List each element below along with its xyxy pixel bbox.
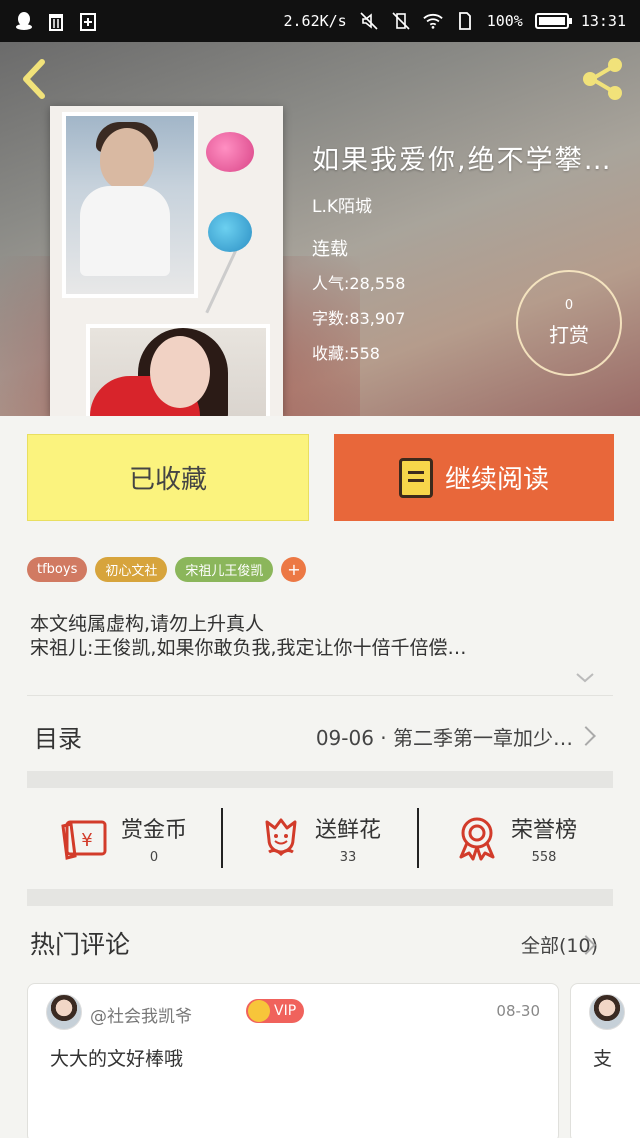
medal-icon — [459, 817, 495, 861]
share-button[interactable] — [578, 54, 628, 104]
battery-saver-icon — [78, 11, 98, 31]
book-icon — [398, 457, 433, 498]
send-flowers-button[interactable]: 送鲜花 33 — [223, 812, 417, 865]
battery-icon — [534, 13, 572, 29]
battery-percent: 100% — [486, 12, 523, 30]
divider — [27, 695, 613, 696]
action-count: 33 — [339, 849, 357, 865]
chevron-down-icon — [576, 673, 594, 683]
back-button[interactable] — [16, 56, 52, 102]
chevron-right-icon — [576, 726, 596, 746]
action-label: 荣誉榜 — [510, 817, 577, 843]
honor-board-button[interactable]: 荣誉榜 558 — [419, 812, 613, 865]
trash-icon — [46, 11, 66, 31]
tag-item[interactable]: 宋祖儿王俊凯 — [175, 557, 274, 582]
hot-comments-title: 热门评论 — [30, 930, 131, 959]
network-speed: 2.62K/s — [283, 12, 347, 30]
add-tag-button[interactable]: + — [281, 557, 307, 582]
table-of-contents-row[interactable]: 目录 09-06 · 第二季第一章加少… — [27, 706, 613, 766]
book-title: 如果我爱你,绝不学攀… — [312, 145, 613, 176]
description-line: 宋祖儿:王俊凯,如果你敢负我,我定让你十倍千倍偿… — [30, 637, 467, 659]
toc-label: 目录 — [34, 724, 82, 753]
latest-chapter: 09-06 · 第二季第一章加少… — [315, 725, 573, 750]
favorited-label: 已收藏 — [128, 465, 207, 495]
continue-reading-button[interactable]: 继续阅读 — [334, 434, 614, 521]
comment-date: 08-30 — [496, 1002, 540, 1020]
clock: 13:31 — [580, 12, 626, 30]
red-envelope-icon: ¥ — [61, 820, 107, 860]
comment-username[interactable]: @社会我凯爷 — [90, 1002, 192, 1027]
tag-list: tfboys 初心文社 宋祖儿王俊凯 + — [27, 557, 307, 582]
action-count: 0 — [149, 849, 159, 865]
mute-icon — [359, 11, 379, 31]
book-description: 本文纯属虚构,请勿上升真人 宋祖儿:王俊凯,如果你敢负我,我定让你十倍千倍偿… — [30, 612, 610, 660]
tag-item[interactable]: tfboys — [27, 557, 88, 582]
favorites-stat: 收藏:558 — [312, 344, 380, 363]
tag-item[interactable]: 初心文社 — [95, 557, 168, 582]
book-author[interactable]: L.K陌城 — [312, 192, 372, 217]
comment-card[interactable]: 支 — [570, 983, 640, 1138]
wifi-icon — [423, 11, 443, 31]
reward-coins-button[interactable]: ¥ 赏金币 0 — [27, 812, 221, 865]
qq-icon — [14, 11, 34, 31]
action-count: 558 — [531, 849, 557, 865]
svg-text:¥: ¥ — [81, 830, 92, 851]
chevron-left-icon — [23, 59, 45, 99]
reward-count: 0 — [564, 298, 574, 313]
reward-label: 打赏 — [549, 323, 589, 347]
reward-button[interactable]: 0 打赏 — [516, 270, 622, 376]
comment-card[interactable]: @社会我凯爷 VIP 08-30 大大的文好棒哦 — [27, 983, 559, 1138]
comment-text: 支 — [593, 1048, 613, 1070]
vip-label: VIP — [274, 1003, 297, 1019]
flower-icon — [265, 818, 297, 857]
vibrate-icon — [391, 11, 411, 31]
section-separator — [27, 889, 613, 906]
action-label: 赏金币 — [120, 817, 187, 843]
continue-reading-label: 继续阅读 — [444, 465, 549, 495]
comment-text: 大大的文好棒哦 — [50, 1048, 184, 1070]
description-line: 本文纯属虚构,请勿上升真人 — [30, 613, 265, 635]
avatar[interactable] — [589, 994, 625, 1030]
status-bar: 2.62K/s 100% 13:31 — [0, 0, 640, 42]
book-header: 如果我爱你,绝不学攀… L.K陌城 连载 人气:28,558 字数:83,907… — [0, 42, 640, 416]
vip-badge: VIP — [246, 999, 305, 1023]
sim-icon — [455, 11, 475, 31]
popularity-stat: 人气:28,558 — [312, 274, 406, 293]
word-count-stat: 字数:83,907 — [312, 309, 406, 328]
expand-description-button[interactable] — [574, 670, 596, 686]
action-label: 送鲜花 — [314, 817, 381, 843]
support-actions: ¥ 赏金币 0 送鲜花 33 荣誉榜 558 — [27, 806, 613, 870]
book-status: 连载 — [312, 239, 348, 260]
avatar[interactable] — [46, 994, 82, 1030]
favorited-button[interactable]: 已收藏 — [27, 434, 309, 521]
crown-icon — [248, 1000, 270, 1022]
book-cover[interactable] — [50, 106, 283, 416]
section-separator — [27, 771, 613, 788]
share-icon — [583, 58, 622, 100]
